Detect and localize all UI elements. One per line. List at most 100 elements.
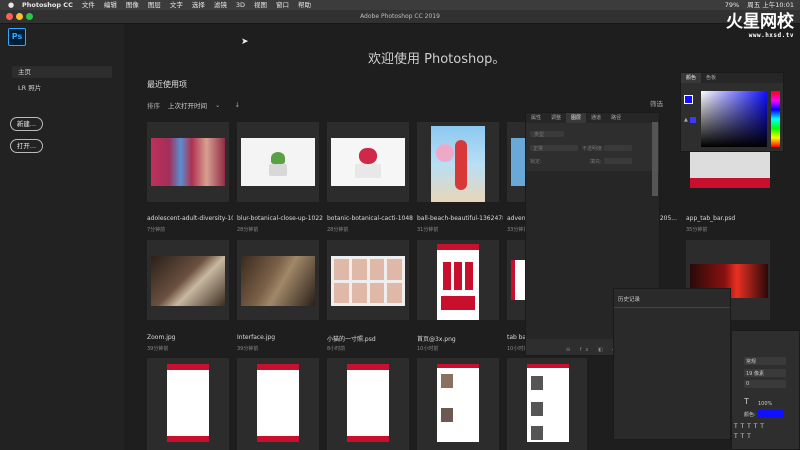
vertical-scale-icon[interactable]: T — [744, 397, 749, 406]
menu-edit[interactable]: 编辑 — [104, 0, 117, 10]
menu-view[interactable]: 视图 — [254, 0, 267, 10]
file-thumbnail — [167, 364, 209, 442]
tracking-input[interactable] — [744, 380, 786, 388]
file-card[interactable] — [417, 240, 499, 320]
new-file-button[interactable]: 新建... — [10, 117, 43, 131]
sort-direction-icon[interactable]: ↓ — [234, 101, 239, 109]
tab-swatches[interactable]: 色板 — [701, 73, 721, 83]
file-card[interactable] — [327, 240, 409, 320]
text-style-icons-row2[interactable]: TTT — [734, 433, 754, 440]
apple-icon[interactable]: ● — [8, 0, 18, 10]
file-time: 7分钟前 — [147, 227, 166, 233]
file-name[interactable]: adven — [507, 215, 525, 222]
file-time: 8小时前 — [327, 346, 346, 352]
nav-home[interactable]: 主页 — [12, 66, 112, 78]
web-color-swatch[interactable] — [690, 117, 696, 123]
fill-input[interactable] — [604, 158, 632, 164]
file-time: 39分钟前 — [147, 346, 169, 352]
file-card[interactable] — [147, 358, 229, 450]
file-name[interactable]: tab ba — [507, 334, 527, 341]
chevron-down-icon[interactable]: ⌄ — [215, 101, 220, 109]
menu-file[interactable]: 文件 — [82, 0, 95, 10]
color-field[interactable] — [701, 91, 767, 147]
file-name[interactable]: 1205... — [656, 215, 684, 222]
file-card[interactable] — [237, 122, 319, 202]
file-card[interactable] — [147, 122, 229, 202]
file-name[interactable]: adolescent-adult-diversity-10... — [147, 215, 233, 222]
file-thumbnail — [151, 256, 225, 306]
history-title: 历史记录 — [618, 297, 641, 303]
gamut-warning-icon[interactable]: ▲ — [684, 117, 688, 123]
menu-layer[interactable]: 图层 — [148, 0, 161, 10]
file-name[interactable]: 小猫的一寸照.psd — [327, 334, 413, 343]
file-card[interactable] — [417, 358, 499, 450]
open-file-button[interactable]: 打开... — [10, 139, 43, 153]
font-style-label: 常规 — [746, 359, 757, 365]
clock[interactable]: 周五 上午10:01 — [747, 0, 794, 10]
watermark-title: 火星网校 — [726, 12, 794, 32]
menu-type[interactable]: 文字 — [170, 0, 183, 10]
file-card[interactable] — [327, 122, 409, 202]
text-color-swatch[interactable] — [758, 410, 784, 418]
tab-adjustments[interactable]: 调整 — [546, 113, 566, 123]
layers-panel-tabs: 属性 调整 图层 通道 路径 — [526, 113, 659, 123]
tab-paths[interactable]: 路径 — [606, 113, 626, 123]
filter-label[interactable]: 筛选 — [650, 98, 663, 108]
hue-slider[interactable] — [771, 91, 780, 147]
text-color-label: 颜色: — [744, 412, 756, 418]
fill-label: 填充: — [590, 159, 602, 165]
menu-select[interactable]: 选择 — [192, 0, 205, 10]
file-name[interactable]: app_tab_bar.psd — [686, 215, 772, 222]
font-size-label: 19 像素 — [746, 371, 764, 377]
menu-app[interactable]: Photoshop CC — [22, 0, 73, 10]
menu-help[interactable]: 帮助 — [298, 0, 311, 10]
menu-bar: ● Photoshop CC 文件 编辑 图像 图层 文字 选择 滤镜 3D 视… — [0, 0, 800, 10]
nav-lr-photos[interactable]: LR 照片 — [12, 82, 112, 94]
menu-filter[interactable]: 滤镜 — [214, 0, 227, 10]
file-name[interactable]: blur-botanical-close-up-1022... — [237, 215, 323, 222]
file-thumbnail — [437, 244, 479, 320]
file-thumbnail — [511, 260, 525, 300]
watermark-logo: 火星网校 www.hxsd.tv — [696, 12, 794, 40]
file-card[interactable] — [417, 122, 499, 202]
file-thumbnail — [151, 138, 225, 186]
foreground-swatch[interactable] — [684, 95, 693, 104]
file-card[interactable] — [237, 240, 319, 320]
file-card[interactable] — [327, 358, 409, 450]
tab-channels[interactable]: 通道 — [586, 113, 606, 123]
tab-properties[interactable]: 属性 — [526, 113, 546, 123]
file-card[interactable] — [147, 240, 229, 320]
opacity-input[interactable] — [604, 145, 632, 151]
menu-window[interactable]: 窗口 — [276, 0, 289, 10]
file-name[interactable]: Zoom.jpg — [147, 334, 233, 341]
file-time: 28分钟前 — [327, 227, 349, 233]
file-card[interactable] — [507, 358, 587, 450]
blend-mode-label: 正常 — [533, 146, 544, 152]
photoshop-logo: Ps — [8, 28, 26, 46]
tab-color[interactable]: 颜色 — [681, 73, 702, 83]
opacity-label: 不透明度: — [582, 146, 604, 152]
file-name[interactable]: ball-beach-beautiful-1362478... — [417, 215, 503, 222]
tab-layers[interactable]: 图层 — [566, 113, 587, 123]
tracking-label: 0 — [746, 381, 750, 387]
text-style-icons[interactable]: TTTTT — [734, 423, 767, 430]
window-titlebar: Adobe Photoshop CC 2019 — [0, 10, 800, 24]
file-thumbnail — [527, 364, 569, 442]
file-name[interactable]: botanic-botanical-cacti-1048... — [327, 215, 413, 222]
file-thumbnail — [331, 256, 405, 306]
layers-scrollbar[interactable] — [652, 122, 658, 196]
file-card[interactable] — [237, 358, 319, 450]
file-card[interactable] — [507, 122, 527, 202]
file-name[interactable]: 首页@3x.png — [417, 334, 503, 343]
lock-label: 锁定: — [530, 159, 542, 165]
vertical-scale-value[interactable]: 100% — [758, 401, 772, 407]
file-time: 28分钟前 — [237, 227, 259, 233]
menu-image[interactable]: 图像 — [126, 0, 139, 10]
file-thumbnail — [241, 256, 315, 306]
file-name[interactable]: Interface.jpg — [237, 334, 323, 341]
battery-status[interactable]: 79% — [725, 0, 739, 10]
menu-3d[interactable]: 3D — [236, 0, 245, 10]
file-card[interactable] — [507, 240, 527, 320]
history-panel: 历史记录 — [613, 288, 731, 440]
sort-dropdown[interactable]: 上次打开时间 — [168, 100, 207, 110]
